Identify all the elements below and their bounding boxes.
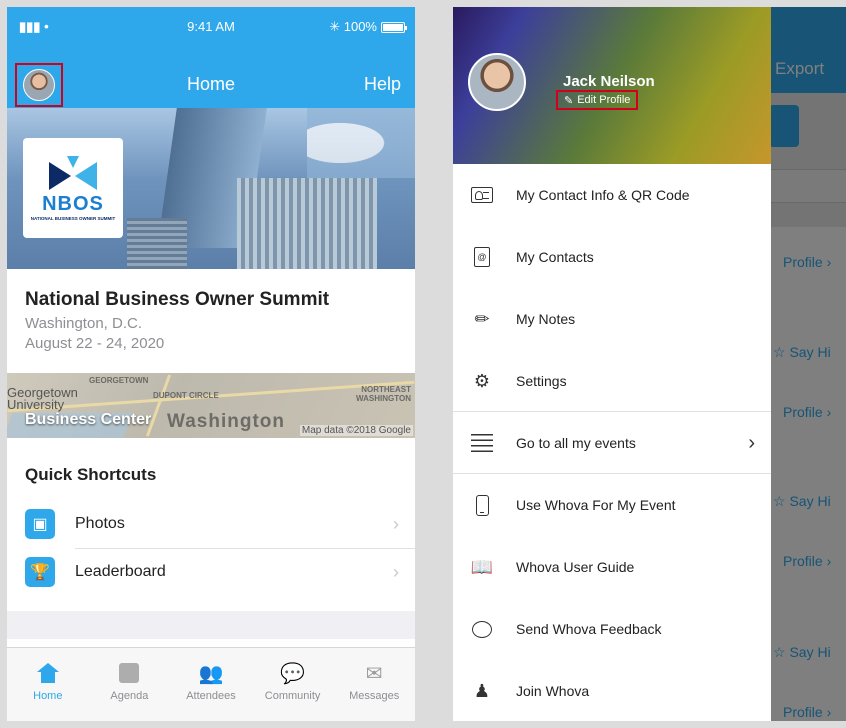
menu-item-label: Whova User Guide xyxy=(516,559,635,575)
nav-bar: ▮▮▮ • 9:41 AM ✳ 100% Home Help xyxy=(7,7,415,108)
map-title: Business Center xyxy=(25,411,152,428)
map-credit: Map data ©2018 Google xyxy=(299,425,413,436)
pencil-icon: ✎ xyxy=(564,94,574,107)
pencil-icon: ✏ xyxy=(474,308,490,329)
tab-label: Home xyxy=(33,690,63,702)
map-label-georgetown: GEORGETOWN xyxy=(89,376,149,385)
side-drawer: Jack Neilson ✎ Edit Profile My Contact I… xyxy=(453,7,771,721)
map-label-dupont: DUPONT CIRCLE xyxy=(153,391,219,400)
people-icon: 👥 xyxy=(198,662,224,685)
menu-item-join-whova[interactable]: ♟ Join Whova xyxy=(453,660,771,721)
home-screen: ▮▮▮ • 9:41 AM ✳ 100% Home Help NBOS NATI… xyxy=(7,7,415,721)
gear-icon: ⚙ xyxy=(473,370,491,391)
page-title: Home xyxy=(186,74,235,94)
speech-bubble-icon xyxy=(471,618,493,640)
shortcut-label: Leaderboard xyxy=(75,563,166,580)
battery-icon xyxy=(381,21,407,33)
menu-item-settings[interactable]: ⚙ Settings xyxy=(453,350,771,412)
tab-home[interactable]: Home xyxy=(7,648,89,721)
menu-item-user-guide[interactable]: 📖 Whova User Guide xyxy=(453,536,771,598)
battery-label: ✳ 100% xyxy=(329,19,377,34)
drawer-header: Jack Neilson ✎ Edit Profile xyxy=(453,7,771,164)
menu-item-notes[interactable]: ✏ My Notes xyxy=(453,288,771,350)
logo-subtext: NATIONAL BUSINESS OWNER SUMMIT xyxy=(30,215,116,221)
calendar-icon xyxy=(116,662,142,684)
envelope-icon: ✉ xyxy=(365,662,383,685)
menu-item-label: Use Whova For My Event xyxy=(516,497,676,513)
edit-profile-button[interactable]: ✎ Edit Profile xyxy=(556,90,639,110)
chevron-right-icon: › xyxy=(748,431,755,454)
quick-shortcuts-title: Quick Shortcuts xyxy=(25,465,157,484)
battery-indicator: ✳ 100% xyxy=(329,19,407,35)
shortcut-leaderboard[interactable]: 🏆 Leaderboard › xyxy=(7,548,415,596)
avatar[interactable] xyxy=(468,53,526,111)
chevron-right-icon: › xyxy=(393,561,399,582)
edit-profile-label: Edit Profile xyxy=(577,94,631,106)
status-bar: ▮▮▮ • 9:41 AM ✳ 100% xyxy=(7,7,415,47)
building-graphic xyxy=(237,178,377,269)
tab-community[interactable]: 💬 Community xyxy=(252,648,334,721)
trophy-icon: 🏆 xyxy=(25,557,55,587)
menu-item-use-whova[interactable]: Use Whova For My Event xyxy=(453,474,771,536)
cloud-graphic xyxy=(307,108,415,178)
menu-item-contact-info[interactable]: My Contact Info & QR Code xyxy=(453,164,771,226)
phone-icon xyxy=(471,494,493,516)
tab-messages[interactable]: ✉ Messages xyxy=(333,648,415,721)
section-divider xyxy=(7,611,415,639)
user-name: Jack Neilson xyxy=(563,73,655,90)
tab-agenda[interactable]: Agenda xyxy=(89,648,171,721)
map-label-georgetown-university: Georgetown University xyxy=(7,385,78,412)
menu-item-label: My Contact Info & QR Code xyxy=(516,187,690,203)
menu-item-label: Settings xyxy=(516,373,567,389)
menu-item-label: My Contacts xyxy=(516,249,594,265)
tab-attendees[interactable]: 👥 Attendees xyxy=(170,648,252,721)
map-label-northeast: NORTHEAST WASHINGTON xyxy=(356,385,411,403)
menu-item-label: Join Whova xyxy=(516,683,590,699)
chevron-right-icon: › xyxy=(393,513,399,534)
tab-bar: Home Agenda 👥 Attendees 💬 Community ✉ Me… xyxy=(7,647,415,721)
nbos-logo-icon xyxy=(45,155,101,194)
menu-item-contacts[interactable]: @ My Contacts xyxy=(453,226,771,288)
menu-item-label: Send Whova Feedback xyxy=(516,621,662,637)
event-dates: August 22 - 24, 2020 xyxy=(25,335,165,352)
photo-icon: ▣ xyxy=(25,509,55,539)
logo-text: NBOS xyxy=(42,192,104,215)
tab-label: Attendees xyxy=(186,690,236,702)
event-location: Washington, D.C. xyxy=(25,315,142,332)
home-icon xyxy=(35,662,61,684)
address-book-icon: @ xyxy=(471,246,493,268)
shortcut-label: Photos xyxy=(75,515,125,532)
menu-item-label: My Notes xyxy=(516,311,576,327)
menu-drawer-screen: Export Profile › ☆ Say Hi Profile › ☆ Sa… xyxy=(453,7,846,721)
tab-label: Agenda xyxy=(110,690,149,702)
menu-item-all-events[interactable]: Go to all my events › xyxy=(453,412,771,474)
tab-label: Messages xyxy=(349,690,400,702)
event-name: National Business Owner Summit xyxy=(25,289,330,310)
user-join-icon: ♟ xyxy=(473,680,491,701)
event-banner: NBOS NATIONAL BUSINESS OWNER SUMMIT xyxy=(7,108,415,269)
menu-item-label: Go to all my events xyxy=(516,435,636,451)
chat-bubbles-icon: 💬 xyxy=(280,662,306,685)
help-button[interactable]: Help xyxy=(364,74,401,95)
tab-label: Community xyxy=(264,690,321,702)
map-label-city: Washington xyxy=(167,411,285,432)
business-center-map[interactable]: GEORGETOWN DUPONT CIRCLE NORTHEAST WASHI… xyxy=(7,373,415,438)
menu-item-feedback[interactable]: Send Whova Feedback xyxy=(453,598,771,660)
list-icon xyxy=(471,432,493,454)
shortcut-photos[interactable]: ▣ Photos › xyxy=(7,500,415,548)
event-logo: NBOS NATIONAL BUSINESS OWNER SUMMIT xyxy=(23,138,123,238)
contact-card-icon xyxy=(471,184,493,206)
guide-icon: 📖 xyxy=(470,556,494,577)
building-graphic xyxy=(127,218,187,269)
